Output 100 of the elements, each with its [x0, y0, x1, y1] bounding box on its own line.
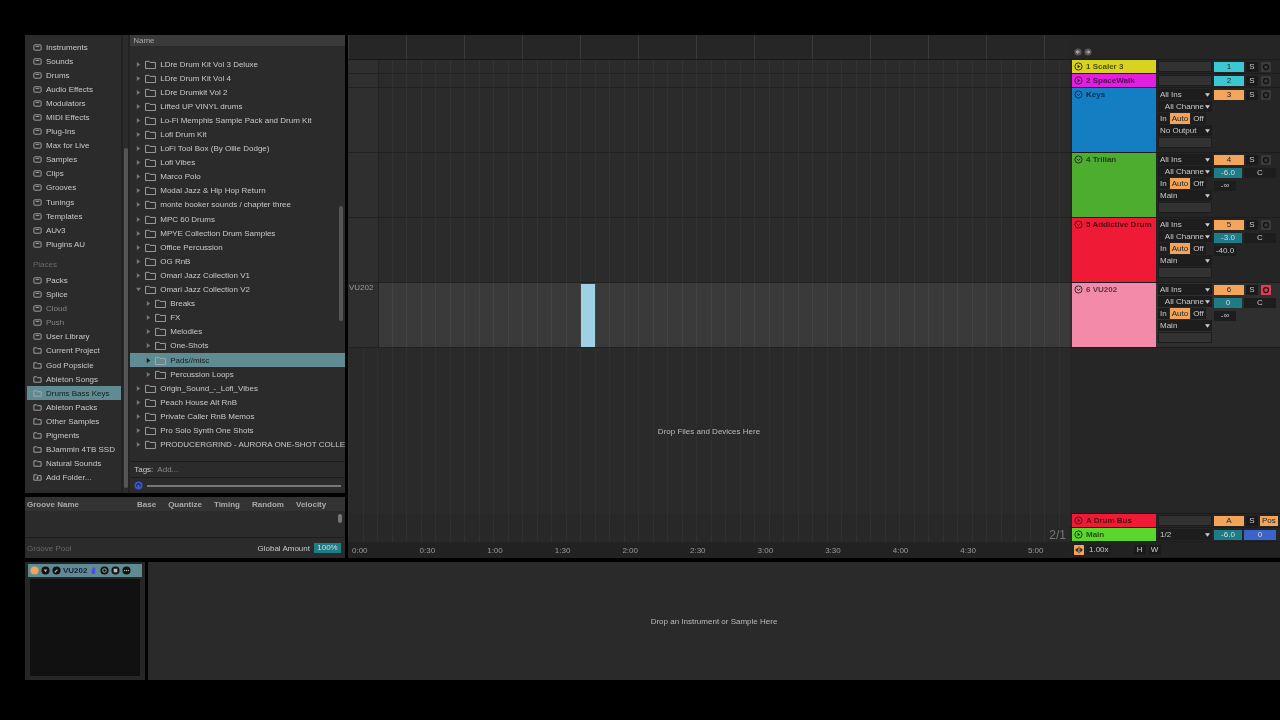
track-name[interactable]: Main	[1072, 528, 1156, 541]
global-amount-slider[interactable]: 100%	[314, 543, 341, 553]
monitor-button[interactable]: In	[1158, 178, 1169, 189]
browser-item[interactable]: Lifted UP VINYL drums	[130, 99, 345, 114]
browser-item[interactable]: Lo-Fi Memphis Sample Pack and Drum Kit	[130, 113, 345, 128]
browser-item[interactable]: One-Shots	[130, 338, 345, 353]
expand-arrow-icon[interactable]	[136, 75, 142, 81]
browser-item[interactable]: MPC 60 Drums	[130, 212, 345, 227]
solo-button[interactable]: S	[1246, 284, 1258, 295]
expand-arrow-icon[interactable]	[136, 188, 142, 194]
expand-arrow-icon[interactable]	[136, 103, 142, 109]
volume-field[interactable]: -6.0	[1214, 167, 1242, 178]
left-arrow-icon[interactable]	[1074, 48, 1082, 56]
zoom-field[interactable]: 1.00x	[1087, 544, 1111, 555]
expand-arrow-icon[interactable]	[136, 428, 142, 433]
column-header[interactable]: Groove Name	[27, 499, 137, 509]
pan-field[interactable]: C	[1244, 232, 1276, 243]
play-circle-icon[interactable]	[1074, 516, 1083, 525]
monitor-button[interactable]: Auto	[1169, 113, 1191, 124]
h-button[interactable]: H	[1133, 544, 1146, 555]
browser-item[interactable]: Private Caller RnB Memos	[130, 409, 345, 424]
solo-button[interactable]: S	[1246, 89, 1258, 100]
sidebar-item[interactable]: User Library	[27, 329, 121, 344]
monitor-button[interactable]: In	[1158, 308, 1169, 319]
browser-item[interactable]: LDre Drumkit Vol 2	[130, 85, 345, 100]
channel-dropdown[interactable]: All Channe	[1158, 166, 1212, 177]
sidebar-item[interactable]: Ableton Packs	[27, 400, 121, 415]
monitor-button[interactable]: Off	[1191, 243, 1206, 254]
sidebar-item[interactable]: Natural Sounds	[27, 456, 121, 471]
wrench-icon[interactable]	[52, 566, 61, 575]
browser-item[interactable]: MPYE Collection Drum Samples	[130, 226, 345, 241]
column-header[interactable]: Timing	[213, 499, 252, 509]
browser-item[interactable]: LDre Drum Kit Vol 4	[130, 71, 345, 86]
right-arrow-icon[interactable]	[1084, 48, 1092, 56]
input-dropdown[interactable]: All Ins	[1158, 89, 1212, 100]
monitor-button[interactable]: Auto	[1169, 243, 1191, 254]
w-button[interactable]: W	[1148, 544, 1161, 555]
track-activator[interactable]: 4	[1214, 154, 1244, 165]
sidebar-item[interactable]: Templates	[27, 209, 121, 224]
monitor-button[interactable]: In	[1158, 243, 1169, 254]
solo-button[interactable]: S	[1246, 75, 1258, 86]
expand-arrow-icon[interactable]	[136, 244, 142, 250]
chevron-circle-icon[interactable]	[1074, 285, 1083, 294]
time-ruler[interactable]: 0:00 0:30 1:00 1:30 2:00 2:30 3:00 3:30 4:00 4:30 5:00	[348, 542, 1070, 558]
expand-arrow-icon[interactable]	[136, 132, 142, 137]
input-dropdown[interactable]: All Ins	[1158, 154, 1212, 165]
expand-arrow-icon[interactable]	[136, 202, 142, 208]
browser-item[interactable]: LoFi Tool Box (By Ollie Dodge)	[130, 141, 345, 156]
save-icon[interactable]	[111, 566, 121, 575]
sidebar-item[interactable]: Plug-Ins	[27, 124, 121, 139]
expand-arrow-icon[interactable]	[136, 258, 142, 264]
chevron-icon[interactable]	[41, 566, 50, 575]
browser-item[interactable]: Pads//misc	[130, 352, 345, 368]
sidebar-item[interactable]: Sounds	[27, 54, 121, 69]
column-header[interactable]: Base	[137, 499, 169, 509]
expand-arrow-icon[interactable]	[136, 160, 142, 166]
split-icon[interactable]	[1074, 544, 1084, 555]
collapse-arrow-icon[interactable]	[136, 287, 142, 293]
expand-arrow-icon[interactable]	[136, 216, 142, 222]
expand-arrow-icon[interactable]	[136, 272, 142, 278]
browser-item[interactable]: LDre Drum Kit Vol 3 Deluxe	[130, 57, 345, 72]
pan-field[interactable]: 0	[1244, 529, 1276, 540]
sidebar-item[interactable]: Instruments	[27, 40, 121, 55]
preview-icon[interactable]	[134, 481, 144, 490]
channel-dropdown[interactable]: All Channe	[1158, 296, 1212, 307]
sidebar-item[interactable]: Grooves	[27, 180, 121, 196]
cycle-icon[interactable]	[100, 566, 110, 575]
sidebar-item[interactable]: Tunings	[27, 195, 121, 210]
browser-item[interactable]: FX	[130, 310, 345, 325]
browser-item[interactable]: OG RnB	[130, 254, 345, 269]
chevron-circle-icon[interactable]	[1074, 155, 1083, 164]
play-circle-icon[interactable]	[1074, 76, 1083, 85]
sidebar-item[interactable]: Samples	[27, 152, 121, 167]
expand-arrow-icon[interactable]	[136, 442, 142, 448]
expand-arrow-icon[interactable]	[136, 385, 142, 391]
expand-arrow-icon[interactable]	[146, 357, 152, 363]
monitor-button[interactable]: Off	[1191, 113, 1206, 124]
clip[interactable]	[581, 284, 595, 347]
expand-arrow-icon[interactable]	[136, 61, 142, 67]
channel-dropdown[interactable]: All Channe	[1158, 231, 1212, 242]
column-header[interactable]: Quantize	[168, 499, 214, 509]
play-circle-icon[interactable]	[1074, 530, 1083, 539]
expand-arrow-icon[interactable]	[136, 413, 142, 419]
browser-item[interactable]: Origin_Sound_-_Lofi_Vibes	[130, 381, 345, 396]
expand-arrow-icon[interactable]	[136, 399, 142, 405]
track-name[interactable]: 4 Trilian	[1072, 153, 1156, 217]
track-name[interactable]: 6 VU202	[1072, 283, 1156, 347]
play-circle-icon[interactable]	[1074, 62, 1083, 71]
track-lane[interactable]: VU202	[348, 283, 1070, 348]
browser-item[interactable]: Pro Solo Synth One Shots	[130, 423, 345, 438]
track-name[interactable]: 1 Scaler 3	[1072, 60, 1156, 73]
column-header[interactable]: Random	[252, 499, 296, 509]
browser-item[interactable]: Breaks	[130, 296, 345, 311]
browser-item[interactable]: Omari Jazz Collection V2	[130, 282, 345, 297]
browser-item[interactable]: Peach House Alt RnB	[130, 395, 345, 410]
sidebar-item[interactable]: Drums	[27, 68, 121, 83]
send-field[interactable]: -40.0	[1214, 245, 1236, 256]
post-button[interactable]: Pos	[1260, 515, 1278, 526]
expand-arrow-icon[interactable]	[136, 117, 142, 123]
monitor-button[interactable]: Off	[1191, 178, 1206, 189]
